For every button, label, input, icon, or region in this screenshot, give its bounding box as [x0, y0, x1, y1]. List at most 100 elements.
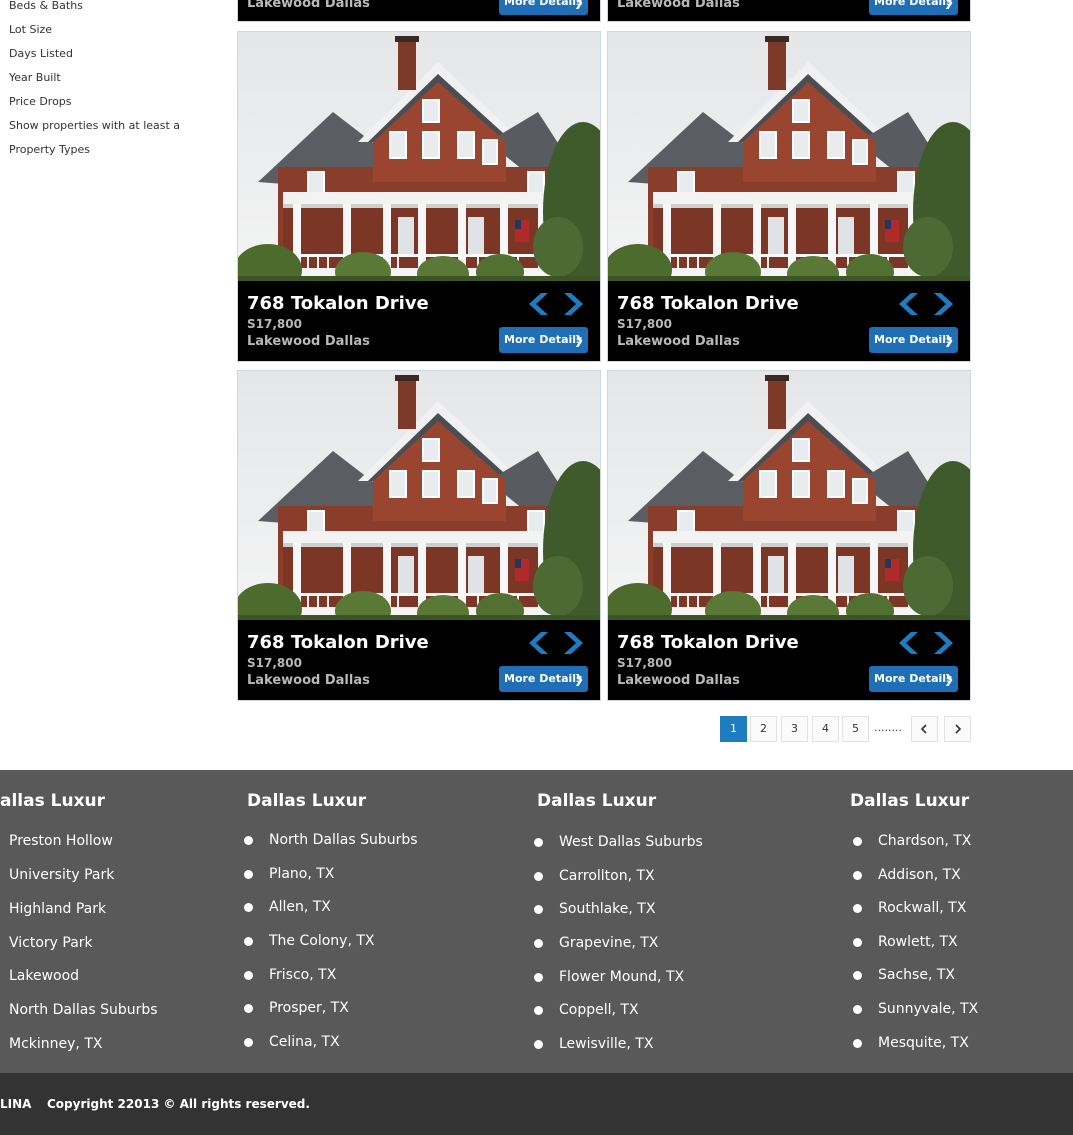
bullet-icon [534, 1006, 543, 1015]
footer-link-label: Rockwall, TX [878, 900, 967, 916]
bullet-icon [853, 1005, 862, 1014]
listing-photo[interactable] [608, 32, 970, 281]
listing-card: 768 Tokalon Drive S17,800 Lakewood Dalla… [237, 31, 601, 362]
listing-photo[interactable] [238, 32, 600, 281]
bullet-icon [244, 836, 253, 845]
footer-link-label: Sunnyvale, TX [878, 1001, 979, 1017]
listing-card: 768 Tokalon Drive S17,800 Lakewood Dalla… [237, 370, 601, 701]
footer-link-label: Coppell, TX [559, 1002, 639, 1018]
arrow-left-icon [529, 632, 548, 654]
bullet-icon [534, 939, 543, 948]
footer-link-label: Grapevine, TX [559, 935, 659, 951]
page-3-button[interactable]: 3 [781, 716, 808, 742]
photo-navigation [898, 630, 954, 656]
more-details-button[interactable]: More Details ❯ [499, 327, 588, 353]
listing-card: 768 Tokalon Drive S17,800 Lakewood Dalla… [607, 0, 971, 22]
page-5-button[interactable]: 5 [842, 716, 869, 742]
footer-link-label: West Dallas Suburbs [559, 834, 703, 850]
previous-photo-button[interactable] [898, 291, 924, 317]
footer-link-label: Preston Hollow [9, 833, 113, 849]
footer-link-label: The Colony, TX [269, 933, 375, 949]
filter-beds-baths[interactable]: Beds & Baths [9, 0, 209, 18]
listing-info: 768 Tokalon Drive S17,800 Lakewood Dalla… [608, 281, 970, 361]
next-photo-button[interactable] [558, 630, 584, 656]
page-1-button[interactable]: 1 [720, 716, 747, 742]
footer-link-label: University Park [9, 867, 115, 883]
previous-photo-button[interactable] [528, 291, 554, 317]
bullet-icon [534, 872, 543, 881]
footer: allas Luxur Preston Hollow University Pa… [0, 770, 1073, 1073]
previous-photo-button[interactable] [898, 630, 924, 656]
listing-location: Lakewood Dallas [617, 673, 740, 688]
filter-show-properties[interactable]: Show properties with at least a [9, 114, 209, 138]
page-2-button[interactable]: 2 [750, 716, 777, 742]
bullet-icon [244, 937, 253, 946]
listing-info: 768 Tokalon Drive S17,800 Lakewood Dalla… [608, 0, 970, 21]
next-page-button[interactable] [944, 716, 971, 742]
copyright-text: Copyright 22013 © All rights reserved. [47, 1097, 310, 1111]
filter-lot-size[interactable]: Lot Size [9, 18, 209, 42]
house-photo [238, 371, 600, 620]
filter-year-built[interactable]: Year Built [9, 66, 209, 90]
listing-card: 768 Tokalon Drive S17,800 Lakewood Dalla… [607, 31, 971, 362]
footer-link-label: Prosper, TX [269, 1000, 349, 1016]
footer-heading: Dallas Luxur [850, 791, 970, 811]
footer-heading: allas Luxur [0, 791, 106, 811]
bullet-icon [853, 871, 862, 880]
listing-price: S17,800 [247, 656, 302, 670]
footer-link-label: Sachse, TX [878, 967, 955, 983]
more-details-button[interactable]: More Details ❯ [869, 0, 958, 15]
chevron-right-icon: ❯ [573, 333, 584, 347]
filter-days-listed[interactable]: Days Listed [9, 42, 209, 66]
bullet-icon [534, 905, 543, 914]
next-photo-button[interactable] [928, 630, 954, 656]
filter-property-types[interactable]: Property Types [9, 138, 209, 162]
listing-photo[interactable] [238, 371, 600, 620]
prev-page-button[interactable] [911, 716, 938, 742]
bullet-icon [534, 838, 543, 847]
bullet-icon [244, 971, 253, 980]
previous-photo-button[interactable] [528, 630, 554, 656]
footer-link-label: Frisco, TX [269, 967, 337, 983]
chevron-right-icon [955, 724, 962, 734]
listing-photo[interactable] [608, 371, 970, 620]
filter-sidebar: Beds & Baths Lot Size Days Listed Year B… [9, 0, 209, 162]
more-details-button[interactable]: More Details ❯ [499, 0, 588, 15]
bullet-icon [853, 971, 862, 980]
footer-link-label: Mckinney, TX [9, 1036, 103, 1052]
filter-price-drops[interactable]: Price Drops [9, 90, 209, 114]
house-photo [608, 371, 970, 620]
listing-title: 768 Tokalon Drive [247, 632, 429, 653]
footer-link-label: Southlake, TX [559, 901, 656, 917]
arrow-left-icon [899, 293, 918, 315]
listing-info: 768 Tokalon Drive S17,800 Lakewood Dalla… [238, 0, 600, 21]
bullet-icon [853, 904, 862, 913]
copyright-bar: LINA Copyright 22013 © All rights reserv… [0, 1073, 1073, 1135]
listing-card: 768 Tokalon Drive S17,800 Lakewood Dalla… [237, 0, 601, 22]
photo-navigation [528, 291, 584, 317]
more-details-button[interactable]: More Details ❯ [869, 327, 958, 353]
bullet-icon [244, 1038, 253, 1047]
copyright-brand: LINA [0, 1097, 32, 1111]
listing-title: 768 Tokalon Drive [617, 632, 799, 653]
more-details-label: More Details [504, 672, 583, 685]
more-details-button[interactable]: More Details ❯ [869, 666, 958, 692]
listing-title: 768 Tokalon Drive [247, 293, 429, 314]
chevron-right-icon: ❯ [943, 672, 954, 686]
more-details-label: More Details [874, 333, 953, 346]
more-details-label: More Details [504, 0, 583, 8]
arrow-right-icon [564, 293, 583, 315]
next-photo-button[interactable] [928, 291, 954, 317]
listing-card: 768 Tokalon Drive S17,800 Lakewood Dalla… [607, 370, 971, 701]
more-details-button[interactable]: More Details ❯ [499, 666, 588, 692]
listing-price: S17,800 [617, 656, 672, 670]
more-details-label: More Details [504, 333, 583, 346]
page-4-button[interactable]: 4 [812, 716, 839, 742]
next-photo-button[interactable] [558, 291, 584, 317]
listing-info: 768 Tokalon Drive S17,800 Lakewood Dalla… [238, 620, 600, 700]
listing-info: 768 Tokalon Drive S17,800 Lakewood Dalla… [238, 281, 600, 361]
bullet-icon [534, 973, 543, 982]
footer-link-label: Mesquite, TX [878, 1035, 969, 1051]
listing-location: Lakewood Dallas [247, 673, 370, 688]
footer-link-label: Rowlett, TX [878, 934, 958, 950]
